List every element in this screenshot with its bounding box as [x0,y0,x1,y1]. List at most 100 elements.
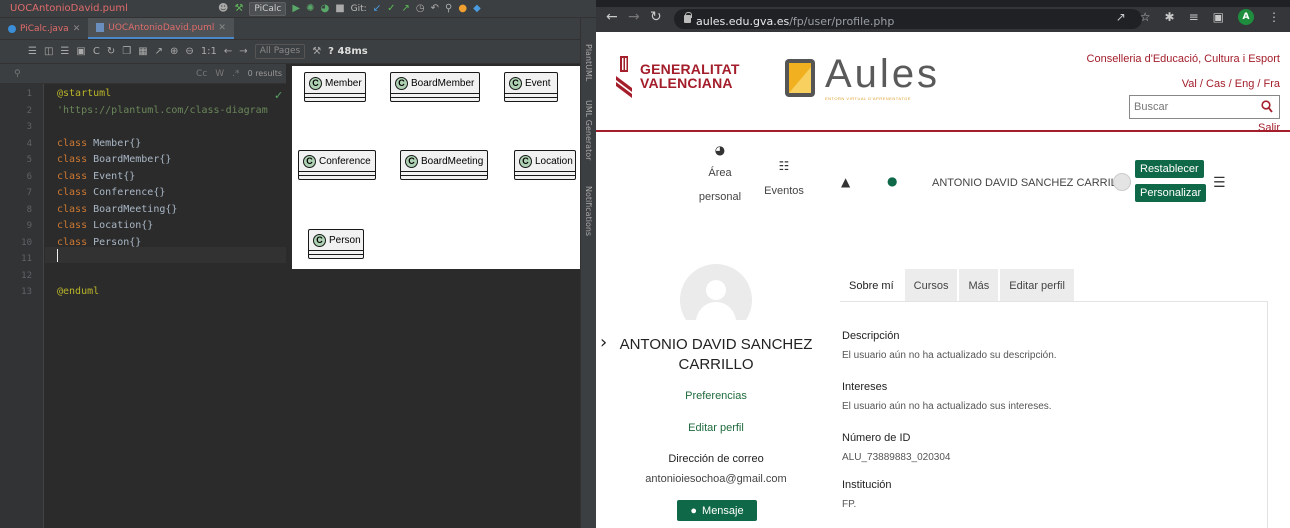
uml-class-boardmeeting[interactable]: C BoardMeeting [400,150,488,180]
search-everywhere-icon[interactable]: ⚲ [445,2,452,16]
copy-diagram-icon[interactable]: ❐ [122,46,131,57]
bell-icon[interactable]: ▲ [841,175,850,189]
chevron-right-icon[interactable]: › [600,332,607,353]
generalitat-logo[interactable]: GENERALITAT VALENCIANA [614,54,740,98]
user-avatar[interactable] [1113,173,1131,191]
prev-page-icon[interactable]: ← [224,46,232,57]
search-icon[interactable] [1261,100,1273,114]
coverage-icon[interactable]: ◕ [320,2,329,16]
reading-list-icon[interactable]: ≡ [1189,10,1199,24]
drawer-toggle-icon[interactable]: ☰ [1213,175,1226,191]
layout-icon[interactable]: ☰ [28,46,37,57]
restablecer-button[interactable]: Restablecer [1135,160,1204,178]
uml-class-name: Event [525,77,551,89]
search-icon[interactable]: ⚲ [14,69,21,79]
split-view-icon[interactable]: ◫ [44,46,53,57]
chat-bubble-icon[interactable]: ● [887,174,897,188]
reload-icon[interactable]: ↻ [650,9,662,25]
save-icon[interactable]: ▦ [138,46,147,57]
git-push-icon[interactable]: ↗ [402,2,410,16]
no-errors-check-icon: ✓ [274,89,284,102]
history-icon[interactable]: ◷ [416,2,425,16]
preferencias-link[interactable]: Preferencias [616,390,816,402]
class-stereotype-icon: C [303,154,316,168]
notifications-panel-tab[interactable]: Notifications [584,186,593,236]
uml-class-boardmember[interactable]: C BoardMember [390,72,480,102]
debug-icon[interactable]: ✺ [306,2,314,16]
profile-tabs: Sobre mí Cursos Más Editar perfil [840,269,1076,302]
git-commit-icon[interactable]: ✓ [387,2,395,16]
profile-tab-1[interactable]: Cursos [904,269,958,302]
address-bar[interactable]: aules.edu.gva.es/fp/user/profile.php [674,9,1142,29]
actual-size-icon[interactable]: 1:1 [201,46,217,57]
language-links[interactable]: Val / Cas / Eng / Fra [1182,78,1280,90]
search-input[interactable] [1130,97,1255,117]
line-number: 10 [21,237,32,248]
header-username[interactable]: ANTONIO DAVID SANCHEZ CARRILLO [932,177,1131,189]
regex-toggle[interactable]: .* [232,69,239,79]
code-line: 'https://plantuml.com/class-diagram [57,104,268,116]
conselleria-link[interactable]: Conselleria d'Educació, Cultura i Esport [1087,53,1280,65]
settings-icon[interactable]: ⚒ [312,46,321,57]
image-icon[interactable]: ▣ [76,46,85,57]
logout-link[interactable]: Salir [1258,122,1280,134]
plugin-icon[interactable]: ◆ [473,2,481,16]
nav-eventos[interactable]: ☷ Eventos [756,159,812,197]
mensaje-button[interactable]: ● Mensaje [677,500,757,521]
uml-class-name: BoardMeeting [421,155,484,167]
profile-tab-3[interactable]: Editar perfil [1000,269,1074,302]
preview-only-icon[interactable]: ☰ [60,46,69,57]
profile-avatar[interactable]: A [1238,9,1254,25]
line-number: 11 [21,254,32,264]
uml-class-member[interactable]: C Member [304,72,366,102]
reload-icon[interactable]: ↻ [107,46,115,57]
bookmark-star-icon[interactable]: ☆ [1140,10,1151,24]
external-icon[interactable]: ↗ [155,46,163,57]
plantuml-panel-tab[interactable]: PlantUML [584,44,593,81]
uml-generator-panel-tab[interactable]: UML Generator [584,100,593,160]
editar-perfil-link[interactable]: Editar perfil [616,422,816,434]
git-update-icon[interactable]: ↙ [373,2,381,16]
uml-class-event[interactable]: C Event [504,72,558,102]
field-value: FP. [842,499,857,510]
uml-class-location[interactable]: C Location [514,150,576,180]
zoom-in-icon[interactable]: ⊕ [170,46,178,57]
code-editor[interactable]: ✓ @startuml 'https://plantuml.com/class-d… [45,84,286,528]
calendar-icon: ☷ [778,159,790,173]
build-hammer-icon[interactable]: ⚒ [234,2,243,16]
run-config-select[interactable]: PiCalc [249,2,287,16]
tab-picalc-java[interactable]: PiCalc.java ✕ [0,18,88,39]
extensions-icon[interactable]: ✱ [1165,10,1175,24]
stop-icon[interactable]: ■ [335,2,344,16]
url-host: aules.edu.gva.es [696,14,790,28]
lock-icon[interactable] [684,12,692,23]
tab-label: UOCAntonioDavid.puml [108,22,215,33]
match-case-toggle[interactable]: Cc [196,69,207,79]
editor-tabs: PiCalc.java ✕ UOCAntonioDavid.puml ✕ [0,18,586,40]
uml-class-person[interactable]: C Person [308,229,364,259]
update-icon[interactable]: ● [458,2,467,16]
aules-logo[interactable]: Aules ENTORN VIRTUAL D'APRENENTATGE [781,53,940,101]
close-icon[interactable]: ✕ [73,24,81,34]
profile-tab-0[interactable]: Sobre mí [840,269,903,302]
back-icon[interactable]: ← [606,9,618,25]
copy-icon[interactable]: C [93,46,100,57]
personalizar-button[interactable]: Personalizar [1135,184,1207,202]
rollback-icon[interactable]: ↶ [431,2,439,16]
tab-uocantoniodavid-puml[interactable]: UOCAntonioDavid.puml ✕ [88,18,234,39]
next-page-icon[interactable]: → [239,46,247,57]
close-icon[interactable]: ✕ [218,23,226,33]
line-number: 7 [26,188,32,198]
zoom-out-icon[interactable]: ⊖ [185,46,193,57]
nav-area-personal[interactable]: ◕ Área personal [692,143,748,203]
menu-dots-icon[interactable]: ⋮ [1268,10,1280,24]
pages-select[interactable]: All Pages [254,44,306,59]
forward-icon[interactable]: → [628,9,640,25]
uml-class-conference[interactable]: C Conference [298,150,376,180]
profile-tab-2[interactable]: Más [959,269,999,302]
side-panel-icon[interactable]: ▣ [1213,10,1224,24]
run-icon[interactable]: ▶ [292,2,300,16]
user-icon[interactable]: ☻ [218,2,228,16]
share-icon[interactable]: ↗ [1116,10,1126,24]
whole-word-toggle[interactable]: W [215,69,224,79]
